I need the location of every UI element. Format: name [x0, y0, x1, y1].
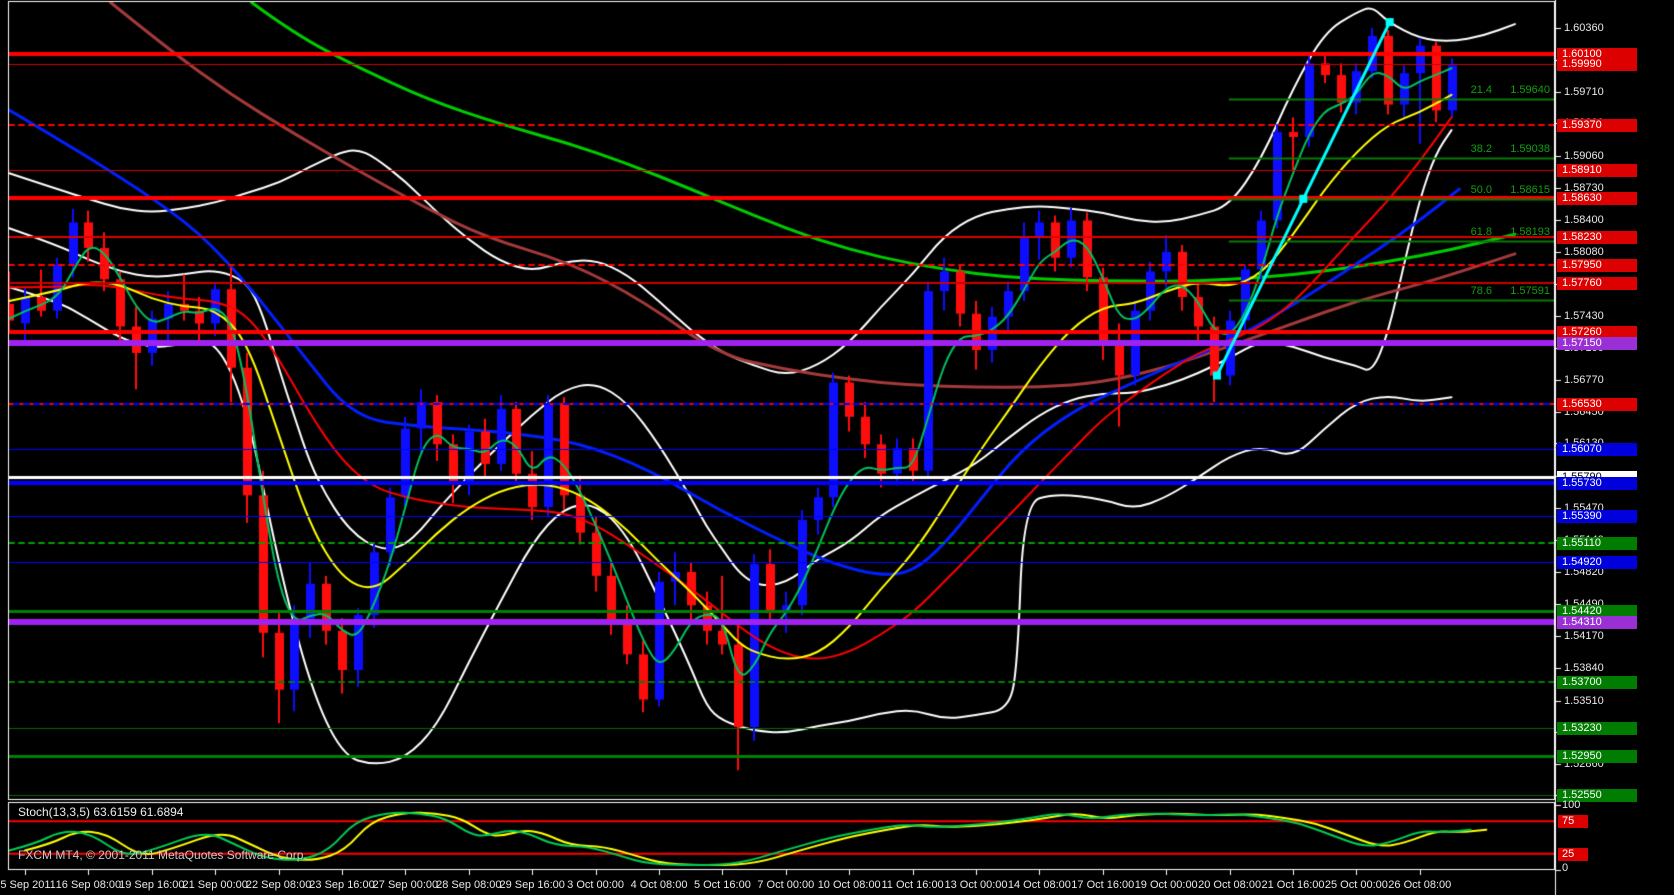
price-level-badge: 1.52950	[1557, 750, 1637, 763]
copyright-text: FXCM MT4, © 2001-2011 MetaQuotes Softwar…	[18, 849, 307, 862]
price-tick-label: 1.56770	[1564, 374, 1604, 387]
price-tick-label: 1.53510	[1564, 695, 1604, 708]
time-axis-label: 14 Oct 08:00	[1008, 879, 1071, 892]
stoch-level-badge: 25	[1558, 848, 1588, 861]
time-axis-label: 20 Oct 08:00	[1198, 879, 1261, 892]
time-axis-label: 21 Sep 00:00	[182, 879, 247, 892]
stoch-scale-top: 100	[1562, 799, 1580, 812]
time-axis-label: 23 Sep 16:00	[309, 879, 374, 892]
time-axis-label: 15 Sep 2011	[0, 879, 56, 892]
price-level-badge: 1.57150	[1557, 337, 1637, 350]
time-axis-label: 13 Oct 00:00	[945, 879, 1008, 892]
price-level-badge: 1.56070	[1557, 443, 1637, 456]
time-axis-label: 21 Oct 16:00	[1262, 879, 1325, 892]
price-tick-label: 1.59060	[1564, 150, 1604, 163]
time-axis-label: 10 Oct 08:00	[818, 879, 881, 892]
time-axis-label: 19 Sep 16:00	[119, 879, 184, 892]
price-tick-label: 1.60360	[1564, 22, 1604, 35]
mt4-chart-window: 1.603601.600301.597101.593901.590601.587…	[0, 0, 1674, 895]
price-level-badge: 1.59370	[1557, 119, 1637, 132]
price-level-badge: 1.54310	[1557, 616, 1637, 629]
time-axis-label: 7 Oct 00:00	[757, 879, 814, 892]
fib-level-label: 78.6	[1432, 285, 1492, 298]
time-axis-label: 28 Sep 08:00	[436, 879, 501, 892]
price-tick-label: 1.57430	[1564, 310, 1604, 323]
price-level-badge: 1.57760	[1557, 277, 1637, 290]
stoch-indicator-label: Stoch(13,3,5) 63.6159 61.6894	[18, 806, 183, 819]
time-axis-label: 25 Oct 00:00	[1325, 879, 1388, 892]
fib-level-label: 38.2	[1432, 143, 1492, 156]
price-level-badge: 1.53230	[1557, 722, 1637, 735]
price-level-badge: 1.56530	[1557, 398, 1637, 411]
time-axis-label: 3 Oct 00:00	[567, 879, 624, 892]
time-axis-label: 19 Oct 00:00	[1135, 879, 1198, 892]
price-level-badge: 1.58230	[1557, 231, 1637, 244]
price-tick-label: 1.59710	[1564, 86, 1604, 99]
time-axis-label: 22 Sep 08:00	[246, 879, 311, 892]
fib-level-label: 1.57591	[1494, 285, 1550, 298]
price-tick-label: 1.58400	[1564, 214, 1604, 227]
fib-level-label: 1.58193	[1494, 226, 1550, 239]
price-level-badge: 1.59990	[1557, 58, 1637, 71]
fib-level-label: 1.59640	[1494, 84, 1550, 97]
fib-level-label: 21.4	[1432, 84, 1492, 97]
time-axis-label: 17 Oct 16:00	[1071, 879, 1134, 892]
stoch-level-badge: 75	[1558, 815, 1588, 828]
price-level-badge: 1.54920	[1557, 556, 1637, 569]
price-level-badge: 1.53700	[1557, 676, 1637, 689]
fib-level-label: 1.59038	[1494, 143, 1550, 156]
price-tick-label: 1.58080	[1564, 246, 1604, 259]
fib-level-label: 1.58615	[1494, 184, 1550, 197]
price-level-badge: 1.57950	[1557, 259, 1637, 272]
time-axis-label: 16 Sep 08:00	[56, 879, 121, 892]
stoch-scale-bottom: 0	[1562, 862, 1568, 875]
time-axis-label: 29 Sep 16:00	[499, 879, 564, 892]
fib-level-label: 50.0	[1432, 184, 1492, 197]
price-level-badge: 1.55390	[1557, 510, 1637, 523]
time-axis-label: 4 Oct 08:00	[631, 879, 688, 892]
time-axis-label: 5 Oct 16:00	[694, 879, 751, 892]
price-level-badge: 1.55110	[1557, 537, 1637, 550]
price-chart-canvas[interactable]	[0, 0, 1674, 895]
fib-level-label: 61.8	[1432, 226, 1492, 239]
price-level-badge: 1.55730	[1557, 477, 1637, 490]
price-level-badge: 1.58630	[1557, 192, 1637, 205]
price-tick-label: 1.53840	[1564, 662, 1604, 675]
price-level-badge: 1.58910	[1557, 164, 1637, 177]
time-axis-label: 26 Oct 08:00	[1388, 879, 1451, 892]
time-axis-label: 27 Sep 00:00	[373, 879, 438, 892]
time-axis-label: 11 Oct 16:00	[882, 879, 944, 892]
price-tick-label: 1.54170	[1564, 630, 1604, 643]
